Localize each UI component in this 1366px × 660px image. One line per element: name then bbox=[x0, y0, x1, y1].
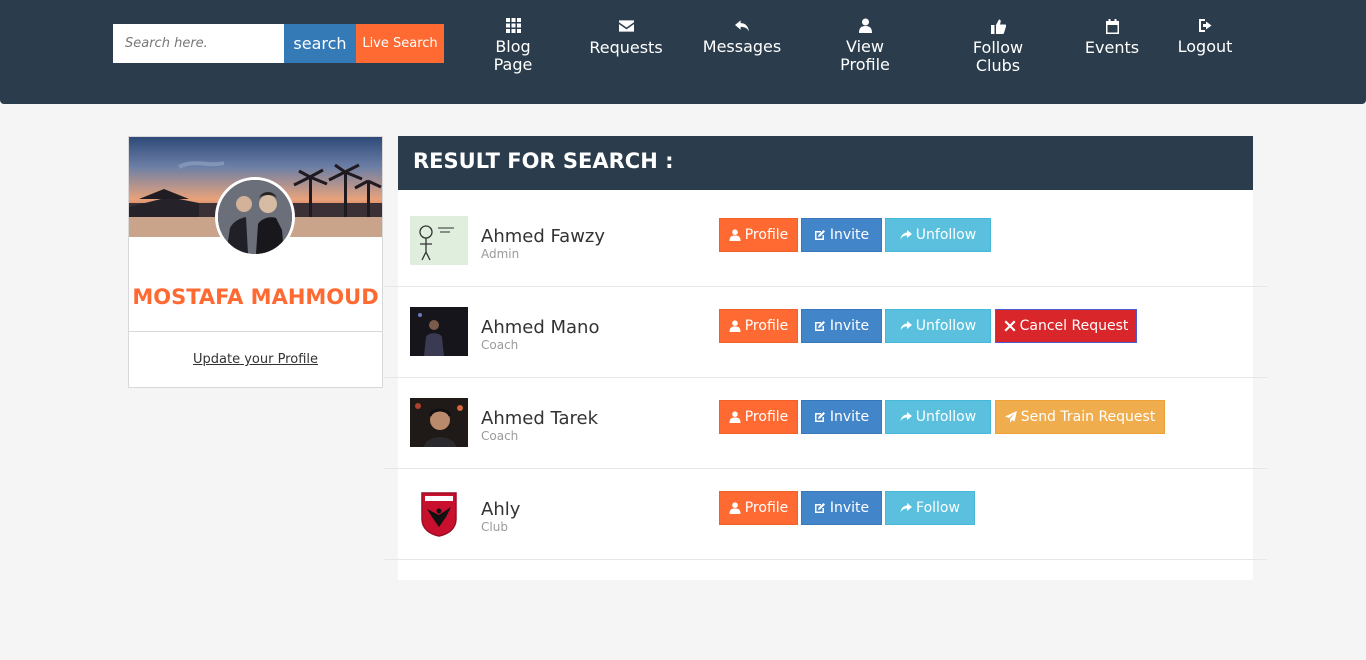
result-role: Admin bbox=[481, 247, 520, 261]
invite-button[interactable]: Invite bbox=[801, 309, 882, 343]
result-role: Club bbox=[481, 520, 508, 534]
nav-messages-label: Messages bbox=[702, 37, 782, 56]
nav-events-label: Events bbox=[1084, 38, 1140, 57]
result-row: Ahmed Mano Coach Profile Invite Unfollow… bbox=[384, 287, 1267, 378]
cancel-request-button[interactable]: Cancel Request bbox=[995, 309, 1137, 343]
user-icon bbox=[729, 502, 741, 514]
result-name[interactable]: Ahmed Mano bbox=[481, 317, 599, 338]
follow-button-label: Follow bbox=[916, 500, 960, 516]
follow-button[interactable]: Follow bbox=[885, 491, 975, 525]
share-icon bbox=[900, 321, 912, 331]
user-icon bbox=[729, 229, 741, 241]
result-row: Ahmed Tarek Coach Profile Invite Unfollo… bbox=[384, 378, 1267, 469]
result-role: Coach bbox=[481, 338, 519, 352]
edit-icon bbox=[814, 321, 825, 331]
profile-button[interactable]: Profile bbox=[719, 309, 798, 343]
unfollow-button[interactable]: Unfollow bbox=[885, 400, 991, 434]
result-name[interactable]: Ahly bbox=[481, 499, 520, 520]
invite-button-label: Invite bbox=[829, 227, 870, 243]
profile-name: MOSTAFA MAHMOUD bbox=[132, 285, 379, 309]
profile-button-label: Profile bbox=[744, 318, 789, 334]
edit-icon bbox=[814, 412, 825, 422]
close-icon bbox=[1004, 320, 1016, 332]
unfollow-button-label: Unfollow bbox=[915, 409, 977, 425]
top-navbar: search Live Search Blog Page Requests Me… bbox=[0, 0, 1366, 104]
search-input[interactable] bbox=[113, 24, 284, 63]
send-train-request-button[interactable]: Send Train Request bbox=[995, 400, 1165, 434]
send-train-request-label: Send Train Request bbox=[1020, 409, 1156, 425]
nav-events[interactable]: Events bbox=[1082, 19, 1142, 57]
thumbs-up-icon bbox=[966, 19, 1030, 37]
grid-icon bbox=[486, 18, 540, 36]
profile-button-label: Profile bbox=[744, 227, 789, 243]
invite-button-label: Invite bbox=[829, 500, 870, 516]
share-icon bbox=[900, 503, 913, 513]
share-icon bbox=[900, 412, 912, 422]
share-icon bbox=[900, 230, 912, 240]
nav-follow-clubs[interactable]: Follow Clubs bbox=[966, 19, 1030, 75]
unfollow-button-label: Unfollow bbox=[915, 227, 977, 243]
nav-view-profile[interactable]: View Profile bbox=[834, 18, 896, 74]
profile-button[interactable]: Profile bbox=[719, 400, 798, 434]
invite-button[interactable]: Invite bbox=[801, 218, 882, 252]
paper-plane-icon bbox=[1004, 411, 1017, 423]
profile-button[interactable]: Profile bbox=[719, 218, 798, 252]
divider bbox=[129, 331, 382, 332]
result-row: Ahly Club Profile Invite Follow bbox=[384, 469, 1267, 560]
nav-logout[interactable]: Logout bbox=[1174, 18, 1236, 56]
result-avatar[interactable] bbox=[410, 489, 468, 538]
profile-button-label: Profile bbox=[744, 500, 789, 516]
calendar-icon bbox=[1082, 19, 1142, 37]
invite-button-label: Invite bbox=[829, 318, 870, 334]
live-search-button[interactable]: Live Search bbox=[356, 24, 444, 63]
user-icon bbox=[834, 18, 896, 36]
invite-button[interactable]: Invite bbox=[801, 400, 882, 434]
result-role: Coach bbox=[481, 429, 519, 443]
result-avatar[interactable] bbox=[410, 398, 468, 447]
result-row: Ahmed Fawzy Admin Profile Invite Unfollo… bbox=[384, 196, 1267, 287]
nav-requests[interactable]: Requests bbox=[586, 19, 666, 57]
results-title: RESULT FOR SEARCH : bbox=[398, 136, 1253, 190]
result-avatar[interactable] bbox=[410, 216, 468, 265]
unfollow-button[interactable]: Unfollow bbox=[885, 309, 991, 343]
profile-card: MOSTAFA MAHMOUD Update your Profile bbox=[128, 136, 383, 388]
envelope-icon bbox=[586, 19, 666, 37]
result-name[interactable]: Ahmed Fawzy bbox=[481, 226, 605, 247]
profile-button[interactable]: Profile bbox=[719, 491, 798, 525]
search-results-panel: RESULT FOR SEARCH : Ahmed Fawzy Admin Pr… bbox=[384, 136, 1267, 580]
cancel-request-label: Cancel Request bbox=[1019, 318, 1129, 334]
update-profile-link[interactable]: Update your Profile bbox=[129, 352, 382, 367]
edit-icon bbox=[814, 503, 825, 513]
unfollow-button[interactable]: Unfollow bbox=[885, 218, 991, 252]
profile-button-label: Profile bbox=[744, 409, 789, 425]
avatar[interactable] bbox=[215, 177, 295, 257]
unfollow-button-label: Unfollow bbox=[915, 318, 977, 334]
invite-button-label: Invite bbox=[829, 409, 870, 425]
result-avatar[interactable] bbox=[410, 307, 468, 356]
nav-view-profile-label: View Profile bbox=[840, 37, 890, 74]
search-button[interactable]: search bbox=[284, 24, 356, 63]
invite-button[interactable]: Invite bbox=[801, 491, 882, 525]
club-logo bbox=[421, 492, 457, 537]
user-icon bbox=[729, 411, 741, 423]
edit-icon bbox=[814, 230, 825, 240]
result-name[interactable]: Ahmed Tarek bbox=[481, 408, 598, 429]
nav-requests-label: Requests bbox=[589, 38, 663, 57]
reply-icon bbox=[700, 18, 784, 36]
nav-logout-label: Logout bbox=[1177, 37, 1233, 56]
nav-messages[interactable]: Messages bbox=[700, 18, 784, 56]
user-icon bbox=[729, 320, 741, 332]
nav-follow-clubs-label: Follow Clubs bbox=[972, 38, 1024, 75]
nav-blog-page[interactable]: Blog Page bbox=[486, 18, 540, 74]
nav-blog-page-label: Blog Page bbox=[493, 37, 533, 74]
logout-icon bbox=[1174, 18, 1236, 36]
